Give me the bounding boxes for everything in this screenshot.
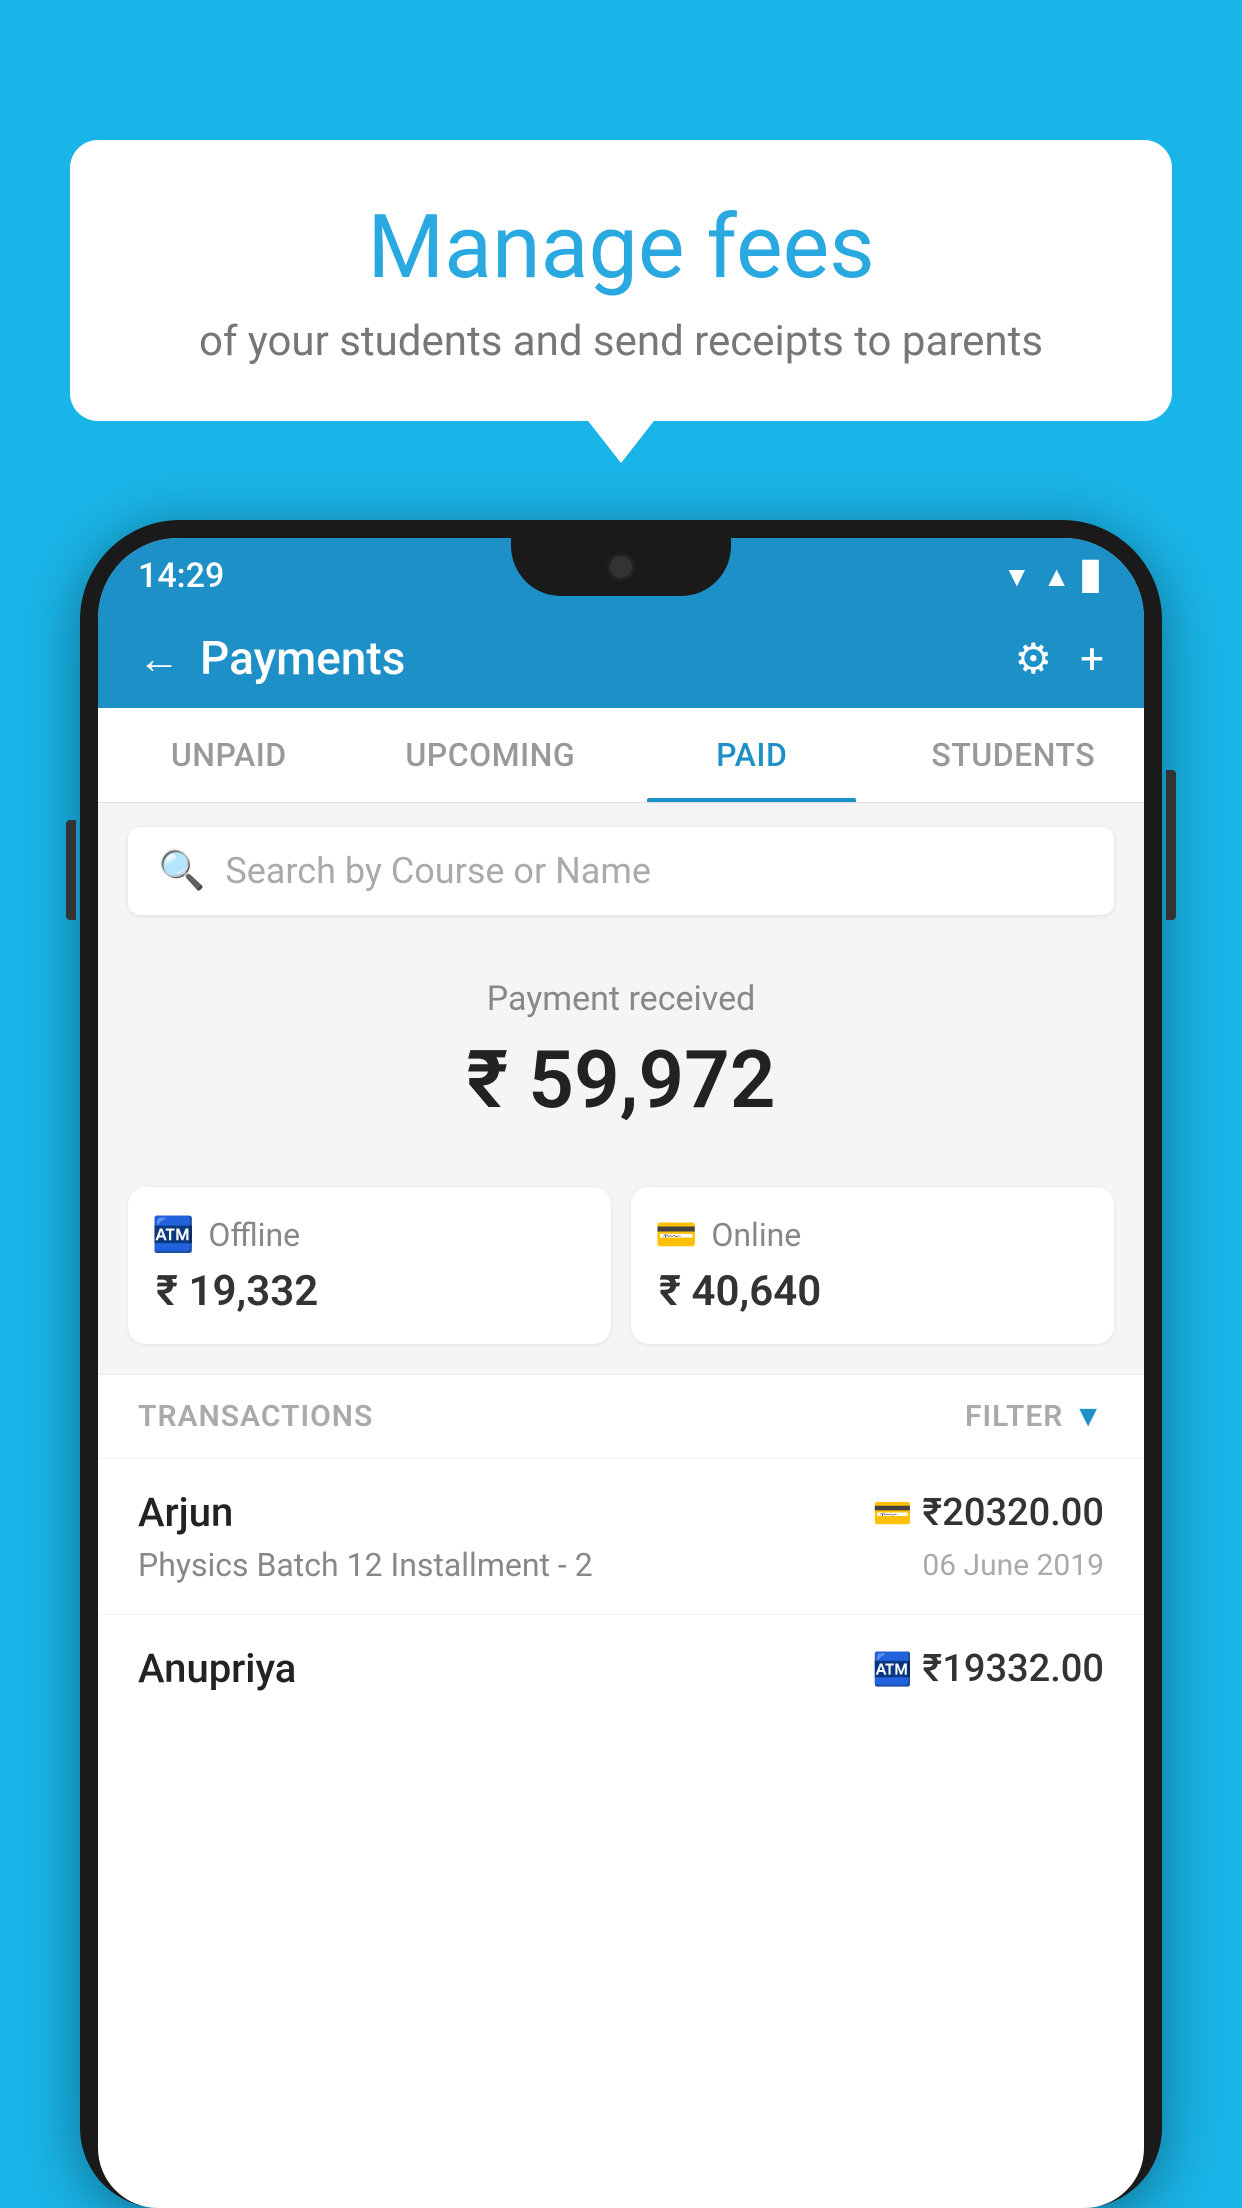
table-row[interactable]: Arjun 💳 ₹20320.00 Physics Batch 12 Insta… [98, 1458, 1144, 1614]
transactions-label: TRANSACTIONS [138, 1399, 373, 1434]
payment-cards: 🏧 Offline ₹ 19,332 💳 Online ₹ 40,640 [98, 1187, 1144, 1374]
offline-card: 🏧 Offline ₹ 19,332 [128, 1187, 611, 1344]
settings-icon[interactable]: ⚙ [1015, 634, 1053, 684]
phone-camera [607, 553, 635, 581]
cash-payment-icon: 🏧 [873, 1650, 913, 1688]
speech-bubble: Manage fees of your students and send re… [70, 140, 1172, 421]
phone-outer: 14:29 ▼ ▲ ▊ ← Payments ⚙ + [80, 520, 1162, 2208]
table-row[interactable]: Anupriya 🏧 ₹19332.00 [98, 1614, 1144, 1732]
phone-screen: 14:29 ▼ ▲ ▊ ← Payments ⚙ + [98, 538, 1144, 2208]
offline-card-header: 🏧 Offline [152, 1215, 300, 1255]
filter-icon: ▼ [1073, 1399, 1104, 1434]
transactions-header: TRANSACTIONS FILTER ▼ [98, 1374, 1144, 1458]
transaction-date: 06 June 2019 [922, 1548, 1104, 1583]
tab-paid[interactable]: PAID [621, 708, 883, 802]
search-placeholder: Search by Course or Name [225, 850, 651, 892]
filter-label: FILTER [965, 1399, 1063, 1434]
filter-button[interactable]: FILTER ▼ [965, 1399, 1104, 1434]
card-payment-icon: 💳 [873, 1494, 913, 1532]
status-icons: ▼ ▲ ▊ [1003, 560, 1104, 593]
wifi-icon: ▼ [1003, 560, 1031, 593]
header-right: ⚙ + [1015, 634, 1105, 684]
transaction-amount: 💳 ₹20320.00 [873, 1491, 1104, 1535]
tab-upcoming[interactable]: UPCOMING [360, 708, 622, 802]
search-container: 🔍 Search by Course or Name [98, 803, 1144, 939]
transaction-course: Physics Batch 12 Installment - 2 [138, 1546, 593, 1584]
signal-icon: ▲ [1043, 560, 1071, 593]
header-title: Payments [200, 632, 405, 686]
cash-icon: 🏧 [152, 1215, 194, 1255]
phone-side-button-left [66, 820, 76, 920]
offline-amount: ₹ 19,332 [152, 1267, 318, 1316]
online-label: Online [711, 1216, 801, 1254]
search-icon: 🔍 [158, 849, 205, 893]
transaction-name: Arjun [138, 1489, 233, 1536]
phone-frame: 14:29 ▼ ▲ ▊ ← Payments ⚙ + [80, 520, 1162, 2208]
payment-total-amount: ₹ 59,972 [128, 1033, 1114, 1127]
header-left: ← Payments [138, 632, 405, 686]
tab-students[interactable]: STUDENTS [883, 708, 1145, 802]
online-card-header: 💳 Online [655, 1215, 801, 1255]
phone-side-button-right [1166, 770, 1176, 920]
app-header: ← Payments ⚙ + [98, 610, 1144, 708]
battery-icon: ▊ [1082, 560, 1104, 593]
tabs-container: UNPAID UPCOMING PAID STUDENTS [98, 708, 1144, 803]
online-amount: ₹ 40,640 [655, 1267, 821, 1316]
transaction-amount: 🏧 ₹19332.00 [873, 1647, 1104, 1691]
transaction-row-top: Arjun 💳 ₹20320.00 [138, 1489, 1104, 1536]
payment-received-label: Payment received [128, 979, 1114, 1019]
back-button[interactable]: ← [138, 635, 180, 684]
transaction-name: Anupriya [138, 1645, 296, 1692]
online-card: 💳 Online ₹ 40,640 [631, 1187, 1114, 1344]
transaction-row-bottom: Physics Batch 12 Installment - 2 06 June… [138, 1546, 1104, 1584]
phone-notch [511, 538, 731, 596]
payment-summary: Payment received ₹ 59,972 [98, 939, 1144, 1187]
card-icon: 💳 [655, 1215, 697, 1255]
transaction-row-top: Anupriya 🏧 ₹19332.00 [138, 1645, 1104, 1692]
speech-bubble-subtitle: of your students and send receipts to pa… [130, 317, 1112, 366]
offline-label: Offline [208, 1216, 300, 1254]
speech-bubble-title: Manage fees [130, 200, 1112, 297]
tab-unpaid[interactable]: UNPAID [98, 708, 360, 802]
search-bar[interactable]: 🔍 Search by Course or Name [128, 827, 1114, 915]
speech-bubble-container: Manage fees of your students and send re… [70, 140, 1172, 421]
add-icon[interactable]: + [1080, 635, 1104, 684]
status-time: 14:29 [138, 556, 224, 596]
